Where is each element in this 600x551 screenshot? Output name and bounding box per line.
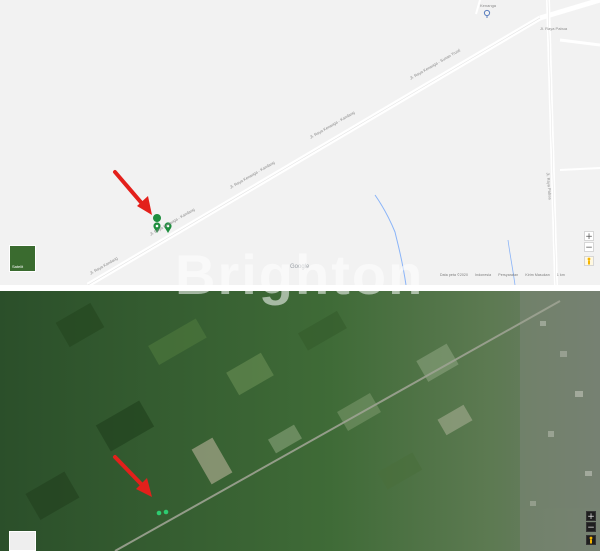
- red-arrow-icon: [113, 170, 152, 215]
- satellite-layer-button[interactable]: Satelit: [9, 245, 36, 272]
- zoom-in-button[interactable]: +: [584, 231, 594, 242]
- zoom-out-button[interactable]: −: [586, 522, 596, 533]
- attribution-region[interactable]: Indonesia: [475, 273, 491, 277]
- attribution-terms[interactable]: Persyaratan: [498, 273, 518, 277]
- satellite-panel[interactable]: + −: [0, 291, 600, 551]
- place-pin-icon[interactable]: [483, 9, 491, 18]
- map-layer-button[interactable]: [9, 531, 36, 551]
- layer-button-label: Satelit: [12, 264, 24, 269]
- pegman-icon[interactable]: [584, 256, 594, 266]
- pegman-icon[interactable]: [586, 535, 596, 545]
- location-marker-icon[interactable]: [163, 509, 169, 515]
- satellite-canvas: [0, 291, 600, 551]
- zoom-in-button[interactable]: +: [586, 511, 596, 522]
- attribution-feedback[interactable]: Kirim Masukan: [525, 273, 549, 277]
- place-label[interactable]: Kenanga: [480, 3, 496, 8]
- minor-road: [559, 38, 600, 47]
- map-attribution: Data peta ©2020 Indonesia Persyaratan Ki…: [440, 273, 571, 277]
- road-label: Jl. Raya Pabua: [540, 26, 568, 31]
- river: [507, 239, 516, 285]
- minor-road: [559, 167, 600, 171]
- location-marker-icon[interactable]: [156, 510, 162, 516]
- zoom-out-button[interactable]: −: [584, 242, 594, 253]
- attribution-copyright: Data peta ©2020: [440, 273, 469, 277]
- watermark: Brighton: [175, 243, 425, 306]
- scale-label[interactable]: 1 km: [557, 273, 565, 277]
